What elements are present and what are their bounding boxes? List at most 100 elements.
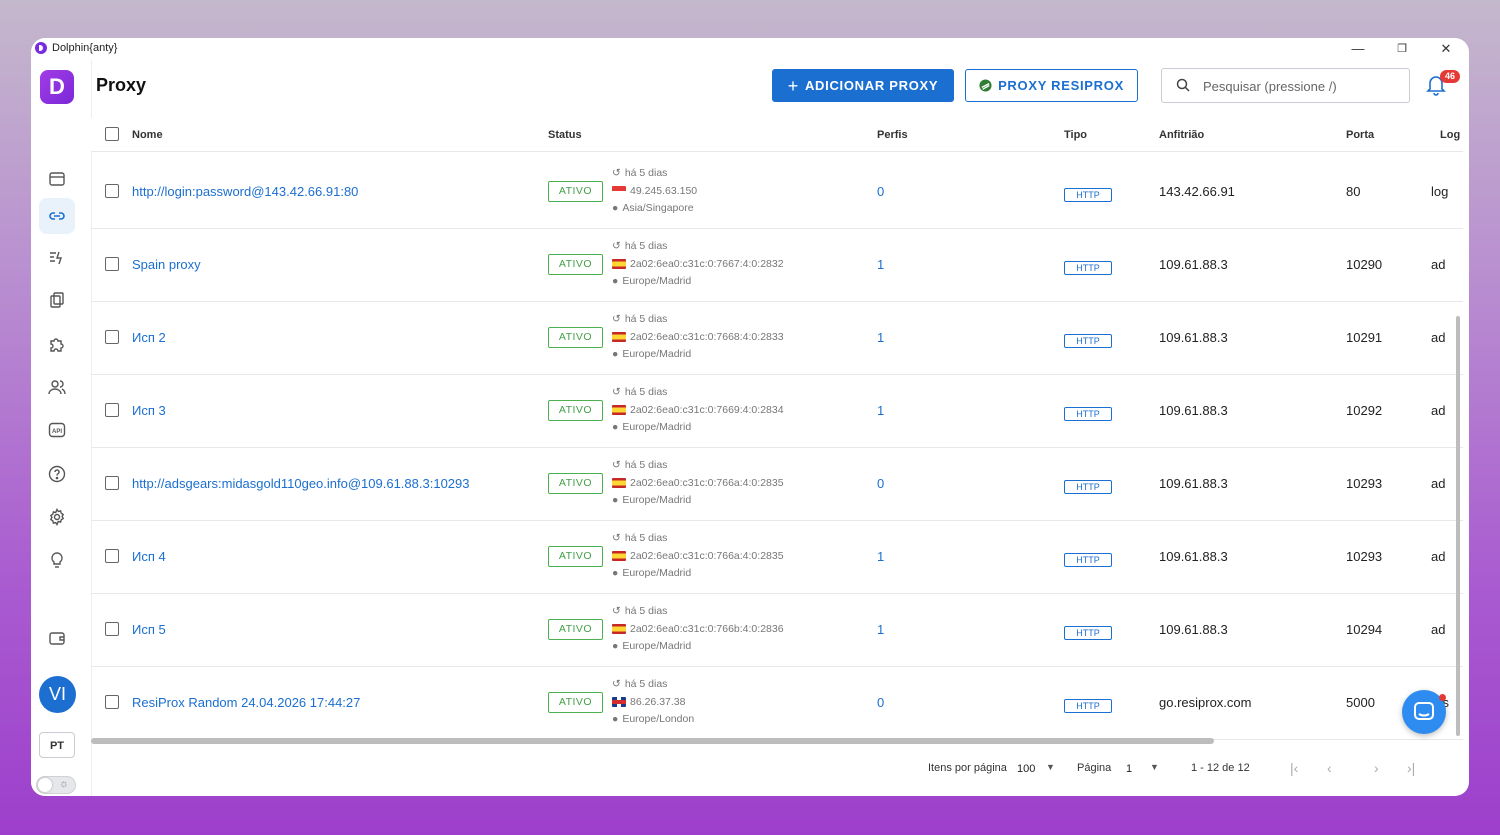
table-row[interactable]: http://login:password@143.42.66.91:80 ATI… bbox=[91, 155, 1463, 229]
host-value: 109.61.88.3 bbox=[1159, 330, 1228, 345]
puzzle-icon bbox=[50, 338, 64, 352]
country-flag-icon bbox=[612, 259, 626, 270]
language-switch[interactable]: PT bbox=[39, 732, 75, 758]
sidebar-item-automation[interactable] bbox=[39, 240, 75, 276]
proxy-name-link[interactable]: Исп 4 bbox=[132, 549, 166, 564]
window-title: Dolphin{anty} bbox=[52, 42, 118, 54]
row-checkbox[interactable] bbox=[105, 476, 119, 490]
close-button[interactable]: ✕ bbox=[1431, 40, 1461, 58]
row-checkbox[interactable] bbox=[105, 403, 119, 417]
proxy-name-link[interactable]: Spain proxy bbox=[132, 257, 201, 272]
login-value: ad bbox=[1431, 622, 1446, 637]
profiles-count[interactable]: 1 bbox=[877, 622, 884, 637]
column-name[interactable]: Nome bbox=[132, 129, 163, 141]
port-value: 10294 bbox=[1346, 622, 1383, 637]
brand-logo[interactable]: D bbox=[40, 70, 74, 104]
column-port[interactable]: Porta bbox=[1346, 129, 1374, 141]
copy-icon bbox=[50, 292, 64, 308]
table-row[interactable]: Spain proxy ATIVO ↺ há 5 dias 2a02:6ea0:c31c… bbox=[91, 228, 1463, 302]
add-proxy-label: ADICIONAR PROXY bbox=[804, 78, 939, 93]
row-checkbox[interactable] bbox=[105, 330, 119, 344]
resiprox-button[interactable]: PROXY RESIPROX bbox=[965, 69, 1138, 102]
sidebar-item-settings[interactable] bbox=[39, 499, 75, 535]
row-checkbox[interactable] bbox=[105, 257, 119, 271]
proxy-name-link[interactable]: Исп 3 bbox=[132, 403, 166, 418]
sidebar-item-extensions[interactable] bbox=[39, 282, 75, 318]
select-all-checkbox[interactable] bbox=[105, 127, 119, 141]
minimize-button[interactable]: — bbox=[1343, 40, 1373, 58]
profiles-count[interactable]: 1 bbox=[877, 549, 884, 564]
country-flag-icon bbox=[612, 186, 626, 197]
clock-icon: ● bbox=[612, 640, 619, 652]
clock-icon: ● bbox=[612, 494, 619, 506]
chevron-down-icon[interactable]: ▼ bbox=[1150, 762, 1159, 772]
history-icon: ↺ bbox=[612, 167, 621, 179]
sidebar: D API VI PT ☼ bbox=[31, 60, 92, 796]
wallet-icon bbox=[49, 632, 65, 645]
api-icon: API bbox=[48, 422, 66, 438]
host-value: 109.61.88.3 bbox=[1159, 622, 1228, 637]
status-badge: ATIVO bbox=[548, 400, 603, 421]
column-profiles[interactable]: Perfis bbox=[877, 129, 908, 141]
proxy-type-badge: HTTP bbox=[1064, 407, 1112, 421]
vertical-scrollbar[interactable] bbox=[1456, 316, 1460, 736]
column-host[interactable]: Anfitrião bbox=[1159, 129, 1204, 141]
sidebar-item-api[interactable]: API bbox=[39, 412, 75, 448]
next-page-icon[interactable]: › bbox=[1374, 760, 1379, 776]
horizontal-scrollbar[interactable] bbox=[91, 738, 1214, 744]
proxy-name-link[interactable]: Исп 5 bbox=[132, 622, 166, 637]
row-checkbox[interactable] bbox=[105, 695, 119, 709]
search-input[interactable]: Pesquisar (pressione /) bbox=[1161, 68, 1410, 103]
table-row[interactable]: ResiProx Random 24.04.2026 17:44:27 ATIVO… bbox=[91, 666, 1463, 740]
sidebar-item-puzzle[interactable] bbox=[39, 326, 75, 362]
profiles-count[interactable]: 0 bbox=[877, 184, 884, 199]
host-value: 109.61.88.3 bbox=[1159, 549, 1228, 564]
proxy-name-link[interactable]: http://login:password@143.42.66.91:80 bbox=[132, 184, 358, 199]
proxy-name-link[interactable]: Исп 2 bbox=[132, 330, 166, 345]
sidebar-item-tips[interactable] bbox=[39, 542, 75, 578]
proxy-type-badge: HTTP bbox=[1064, 261, 1112, 275]
first-page-icon[interactable]: |‹ bbox=[1290, 760, 1298, 776]
theme-toggle[interactable]: ☼ bbox=[36, 776, 76, 794]
column-status[interactable]: Status bbox=[548, 129, 582, 141]
country-flag-icon bbox=[612, 624, 626, 635]
row-checkbox[interactable] bbox=[105, 549, 119, 563]
profiles-count[interactable]: 1 bbox=[877, 403, 884, 418]
avatar[interactable]: VI bbox=[39, 676, 76, 713]
sidebar-item-wallet[interactable] bbox=[39, 620, 75, 656]
external-ip: 86.26.37.38 bbox=[630, 695, 686, 708]
sidebar-item-team[interactable] bbox=[39, 369, 75, 405]
page-select[interactable]: 1 bbox=[1126, 763, 1132, 775]
add-proxy-button[interactable]: + ADICIONAR PROXY bbox=[772, 69, 954, 102]
row-checkbox[interactable] bbox=[105, 184, 119, 198]
login-value: log bbox=[1431, 184, 1449, 199]
sidebar-item-help[interactable] bbox=[39, 456, 75, 492]
proxy-type-badge: HTTP bbox=[1064, 553, 1112, 567]
profiles-count[interactable]: 1 bbox=[877, 330, 884, 345]
maximize-button[interactable]: ❐ bbox=[1387, 40, 1417, 58]
history-icon: ↺ bbox=[612, 605, 621, 617]
proxy-name-link[interactable]: ResiProx Random 24.04.2026 17:44:27 bbox=[132, 695, 360, 710]
status-badge: ATIVO bbox=[548, 254, 603, 275]
sidebar-item-proxy[interactable] bbox=[39, 198, 75, 234]
column-type[interactable]: Tipo bbox=[1064, 129, 1087, 141]
login-value: ad bbox=[1431, 403, 1446, 418]
profiles-count[interactable]: 0 bbox=[877, 476, 884, 491]
table-row[interactable]: Исп 3 ATIVO ↺ há 5 dias 2a02:6ea0:c31c:0:766… bbox=[91, 374, 1463, 448]
chevron-down-icon[interactable]: ▼ bbox=[1046, 762, 1055, 772]
sidebar-item-browser-profiles[interactable] bbox=[39, 161, 75, 197]
table-row[interactable]: http://adsgears:midasgold110geo.info@109… bbox=[91, 447, 1463, 521]
table-row[interactable]: Исп 4 ATIVO ↺ há 5 dias 2a02:6ea0:c31c:0:766… bbox=[91, 520, 1463, 594]
row-checkbox[interactable] bbox=[105, 622, 119, 636]
last-check-time: há 5 dias bbox=[624, 167, 668, 179]
table-header: Nome Status Perfis Tipo Anfitrião Porta … bbox=[91, 118, 1463, 152]
table-row[interactable]: Исп 2 ATIVO ↺ há 5 dias 2a02:6ea0:c31c:0:766… bbox=[91, 301, 1463, 375]
proxy-name-link[interactable]: http://adsgears:midasgold110geo.info@109… bbox=[132, 476, 470, 491]
table-row[interactable]: Исп 5 ATIVO ↺ há 5 dias 2a02:6ea0:c31c:0:766… bbox=[91, 593, 1463, 667]
last-page-icon[interactable]: ›| bbox=[1407, 760, 1415, 776]
column-login[interactable]: Log bbox=[1440, 129, 1460, 141]
profiles-count[interactable]: 0 bbox=[877, 695, 884, 710]
prev-page-icon[interactable]: ‹ bbox=[1327, 760, 1332, 776]
per-page-select[interactable]: 100 bbox=[1017, 763, 1035, 775]
profiles-count[interactable]: 1 bbox=[877, 257, 884, 272]
